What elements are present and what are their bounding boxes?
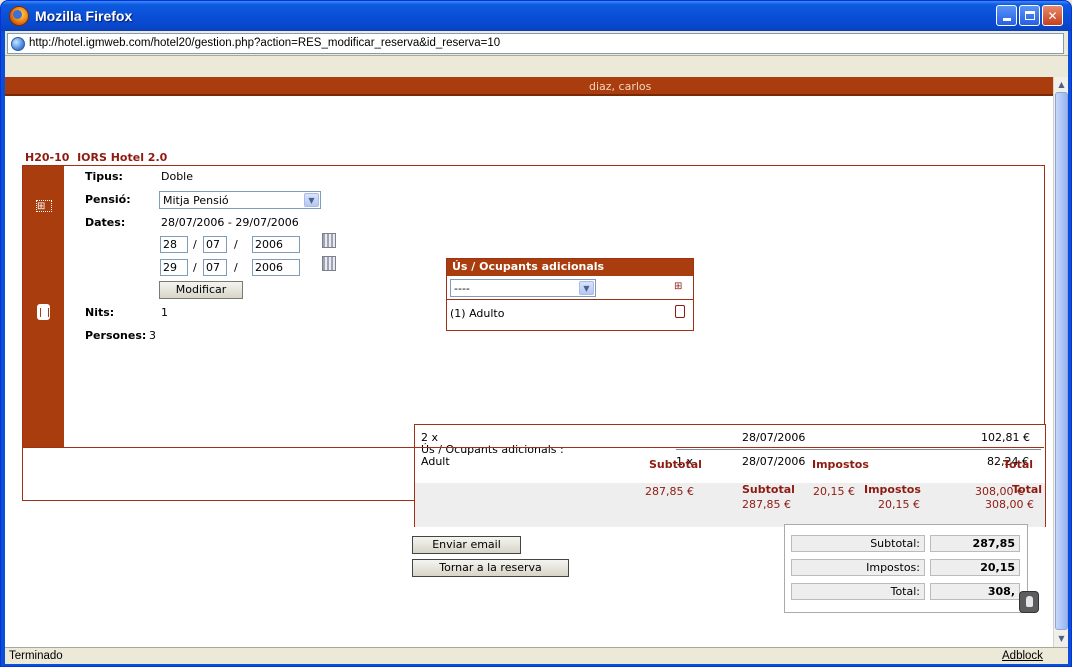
dates-label: Dates:	[85, 216, 126, 229]
summary-subtotal-label: Subtotal:	[791, 535, 925, 552]
chevron-down-icon: ▼	[304, 193, 319, 207]
grand-impostos: 20,15 €	[813, 485, 855, 498]
summary-impostos-label: Impostos:	[791, 559, 925, 576]
scrollbar-thumb[interactable]	[1055, 92, 1068, 630]
summary-impostos: 20,15	[930, 559, 1020, 576]
occupant-select-value: ----	[454, 282, 470, 295]
reservation-sidebar: ⊞	[23, 166, 64, 448]
vertical-scrollbar[interactable]: ▲ ▼	[1053, 77, 1068, 647]
modificar-button[interactable]: Modificar	[159, 281, 243, 299]
date-to-month-input[interactable]: 07	[203, 259, 227, 276]
occupants-title: Ús / Ocupants adicionals	[447, 259, 693, 276]
scroll-down-icon[interactable]: ▼	[1055, 632, 1068, 645]
user-name[interactable]: diaz, carlos	[589, 80, 651, 93]
url-text[interactable]: http://hotel.igmweb.com/hotel20/gestion.…	[29, 37, 500, 49]
back-to-reservation-button[interactable]: Tornar a la reserva	[412, 559, 569, 577]
maximize-icon	[1024, 11, 1035, 20]
trash-icon[interactable]	[37, 304, 50, 320]
date-to-day-input[interactable]: 29	[160, 259, 188, 276]
summary-total-label: Total:	[791, 583, 925, 600]
bill-amount-1: 102,81 €	[981, 431, 1030, 444]
add-occupant-icon[interactable]: ⊞	[674, 281, 682, 292]
occupants-divider	[447, 299, 693, 300]
bill-date-1: 28/07/2006	[742, 431, 806, 444]
firefox-logo-icon	[9, 6, 29, 26]
title-bar: Mozilla Firefox ✕	[1, 1, 1071, 31]
maximize-button[interactable]	[1019, 5, 1040, 26]
nits-value: 1	[161, 306, 168, 319]
status-bar: Terminado Adblock	[5, 647, 1068, 664]
grand-impostos-label: Impostos	[812, 458, 869, 471]
hotel-title: H20-10 IORS Hotel 2.0	[25, 151, 167, 164]
grand-subtotal-label: Subtotal	[649, 458, 702, 471]
summary-box: Subtotal: 287,85 Impostos: 20,15 Total: …	[784, 524, 1028, 613]
window-title: Mozilla Firefox	[35, 8, 133, 24]
send-email-button[interactable]: Enviar email	[412, 536, 521, 554]
hand-cursor-icon	[1019, 591, 1039, 613]
date-separator: /	[193, 261, 197, 274]
tipus-value: Doble	[161, 170, 194, 183]
bill-extra-type: Adult	[421, 455, 450, 468]
url-field[interactable]: http://hotel.igmweb.com/hotel20/gestion.…	[7, 33, 1064, 54]
dates-value: 28/07/2006 - 29/07/2006	[161, 216, 299, 229]
date-separator: /	[234, 261, 238, 274]
browser-client: http://hotel.igmweb.com/hotel20/gestion.…	[5, 31, 1068, 664]
grand-total: 308,00 €	[975, 485, 1024, 498]
occupant-select[interactable]: ---- ▼	[450, 279, 596, 297]
bill-rule	[676, 449, 1041, 450]
summary-total: 308,	[930, 583, 1020, 600]
minimize-button[interactable]	[996, 5, 1017, 26]
trash-icon[interactable]	[675, 305, 685, 318]
bill-date-2: 28/07/2006	[742, 455, 806, 468]
url-bar: http://hotel.igmweb.com/hotel20/gestion.…	[5, 31, 1068, 56]
pensio-select[interactable]: Mitja Pensió ▼	[159, 191, 321, 209]
date-from-day-input[interactable]: 28	[160, 236, 188, 253]
add-room-icon[interactable]: ⊞	[36, 200, 52, 212]
browser-window: Mozilla Firefox ✕ http://hotel.igmweb.co…	[0, 0, 1072, 667]
close-icon: ✕	[1047, 8, 1058, 23]
scroll-up-icon[interactable]: ▲	[1055, 78, 1068, 91]
bill-footer: Subtotal Impostos Total 287,85 € 20,15 €…	[415, 483, 1045, 527]
adblock-link[interactable]: Adblock	[1002, 650, 1043, 662]
date-to-year-input[interactable]: 2006	[252, 259, 300, 276]
bill-impostos: 20,15 €	[878, 498, 920, 511]
pensio-select-value: Mitja Pensió	[163, 194, 229, 207]
persones-value: 3	[149, 329, 156, 342]
summary-subtotal: 287,85	[930, 535, 1020, 552]
bill-box: 2 x 28/07/2006 102,81 € Ús / Ocupants ad…	[414, 424, 1046, 527]
minimize-icon	[1002, 18, 1011, 21]
bill-total: 308,00 €	[985, 498, 1034, 511]
nits-label: Nits:	[85, 306, 115, 319]
globe-icon	[11, 37, 25, 51]
occupants-panel: Ús / Ocupants adicionals ---- ▼ ⊞ (1) Ad…	[446, 258, 694, 331]
hotel-name: IORS Hotel 2.0	[77, 151, 168, 164]
reservation-box: ⊞ Tipus: Doble Pensió: Mitja Pensió ▼ Da…	[22, 165, 1046, 527]
status-text: Terminado	[9, 650, 63, 662]
bill-subtotal-label: Subtotal	[742, 483, 795, 496]
date-from-month-input[interactable]: 07	[203, 236, 227, 253]
grand-total-label: Total	[1003, 458, 1034, 471]
user-bar: diaz, carlos	[5, 77, 1053, 96]
reservation-divider	[23, 447, 1044, 448]
grand-subtotal: 287,85 €	[645, 485, 694, 498]
page-viewport: diaz, carlos H20-10 IORS Hotel 2.0 ⊞ Tip…	[5, 77, 1053, 661]
pensio-label: Pensió:	[85, 193, 131, 206]
tipus-label: Tipus:	[85, 170, 123, 183]
bill-subtotal: 287,85 €	[742, 498, 791, 511]
calendar-icon[interactable]	[322, 256, 336, 271]
persones-label: Persones:	[85, 329, 147, 342]
chevron-down-icon: ▼	[579, 281, 594, 295]
date-from-year-input[interactable]: 2006	[252, 236, 300, 253]
date-separator: /	[234, 238, 238, 251]
calendar-icon[interactable]	[322, 233, 336, 248]
close-button[interactable]: ✕	[1042, 5, 1063, 26]
date-separator: /	[193, 238, 197, 251]
bill-impostos-label: Impostos	[864, 483, 921, 496]
hotel-code: H20-10	[25, 151, 70, 164]
occupant-item: (1) Adulto	[450, 307, 505, 320]
